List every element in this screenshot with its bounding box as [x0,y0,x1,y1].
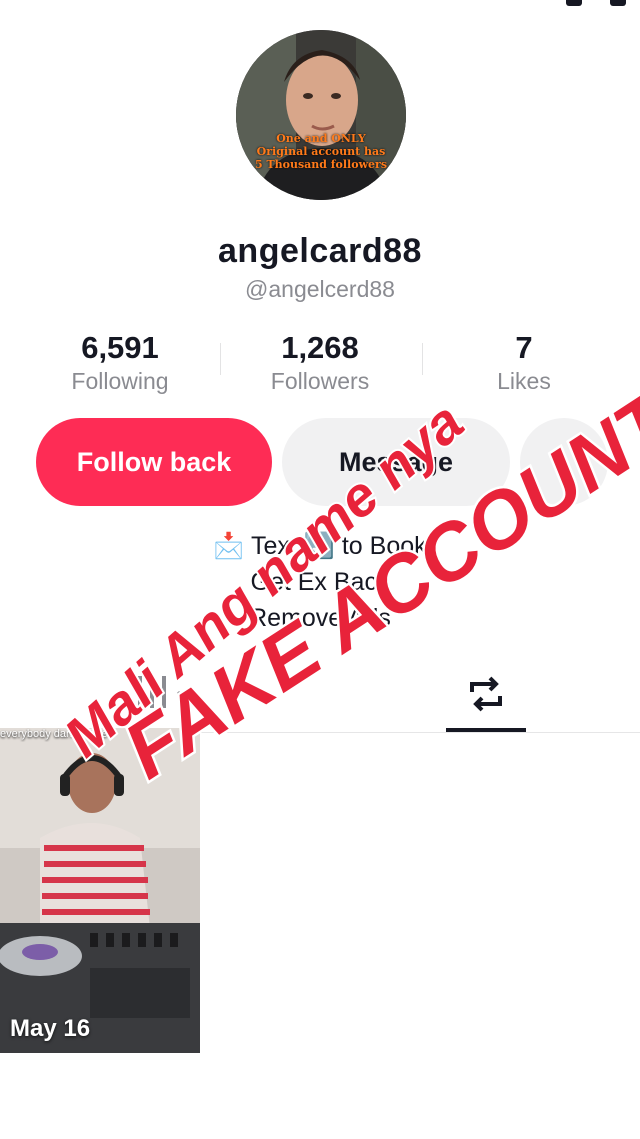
notification-icon[interactable] [566,0,582,6]
share-icon[interactable] [610,0,626,6]
stat-label: Followers [270,368,370,394]
top-bar-icons [566,0,626,6]
display-name: angelcard88 [218,232,422,270]
avatar-photo [236,30,406,200]
stat-likes[interactable]: 7 Likes [424,330,624,396]
stat-label: Likes [497,368,551,394]
stat-value: 6,591 [81,330,159,365]
stat-followers[interactable]: 1,268 Followers [220,330,420,396]
stat-value: 1,268 [281,330,359,365]
stat-following[interactable]: 6,591 Following [20,330,220,396]
stat-value: 7 [515,330,533,365]
avatar-caption: One and ONLY Original account has 5 Thou… [254,132,388,171]
stat-label: Following [71,368,169,394]
video-date: May 16 [10,1015,91,1042]
avatar[interactable]: One and ONLY Original account has 5 Thou… [236,30,406,200]
repost-icon [470,676,502,712]
follow-back-button[interactable]: Follow back [36,418,272,506]
username-handle: @angelcerd88 [245,276,395,302]
tab-reposts[interactable] [464,672,508,721]
stat-divider [422,343,423,375]
